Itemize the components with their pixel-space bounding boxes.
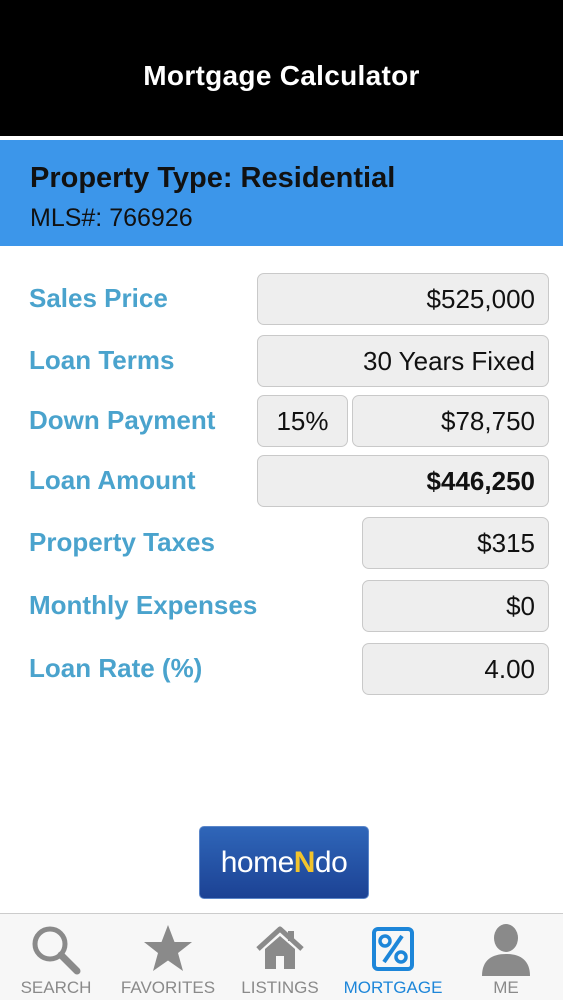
tab-label: SEARCH [20,978,92,997]
mls-number: MLS#: 766926 [30,204,193,232]
logo-text-accent: N [293,845,316,879]
monthly-expenses-label: Monthly Expenses [29,590,258,620]
tab-label: ME [493,978,519,997]
logo-text-home: home [220,845,295,879]
page-title: Mortgage Calculator [143,60,420,91]
loan-amount-field[interactable]: $446,250 [257,455,549,507]
tab-mortgage[interactable]: MORTGAGE [337,914,449,1001]
monthly-expenses-field[interactable]: $0 [362,580,549,632]
house-icon [224,922,336,976]
sales-price-field[interactable]: $525,000 [257,273,549,325]
tab-label: MORTGAGE [343,978,443,997]
loan-terms-field[interactable]: 30 Years Fixed [257,335,549,387]
star-icon [112,922,224,976]
sales-price-label: Sales Price [29,283,168,313]
loan-rate-label: Loan Rate (%) [29,653,203,683]
tab-listings[interactable]: LISTINGS [224,914,336,1001]
down-payment-label: Down Payment [29,405,216,435]
tab-search[interactable]: SEARCH [0,914,112,1001]
loan-amount-label: Loan Amount [29,465,196,495]
property-taxes-label: Property Taxes [29,527,215,557]
person-icon [450,922,562,976]
tab-me[interactable]: ME [450,914,562,1001]
logo-text-do: do [314,845,348,879]
loan-terms-label: Loan Terms [29,345,175,375]
property-banner: Property Type: Residential MLS#: 766926 [0,140,563,246]
property-type: Property Type: Residential [30,162,396,194]
tab-label: FAVORITES [120,978,216,997]
tab-label: LISTINGS [241,978,319,997]
down-payment-amount-field[interactable]: $78,750 [352,395,549,447]
percent-icon [337,922,449,976]
homendo-logo[interactable]: home Ndo [199,826,369,899]
tab-favorites[interactable]: FAVORITES [112,914,224,1001]
loan-rate-field[interactable]: 4.00 [362,643,549,695]
down-payment-percent-field[interactable]: 15% [257,395,348,447]
search-icon [0,922,112,976]
property-taxes-field[interactable]: $315 [362,517,549,569]
tab-bar: SEARCH FAVORITES LISTINGS MORTGAGE ME [0,913,563,1000]
nav-bar: Mortgage Calculator [0,0,563,136]
